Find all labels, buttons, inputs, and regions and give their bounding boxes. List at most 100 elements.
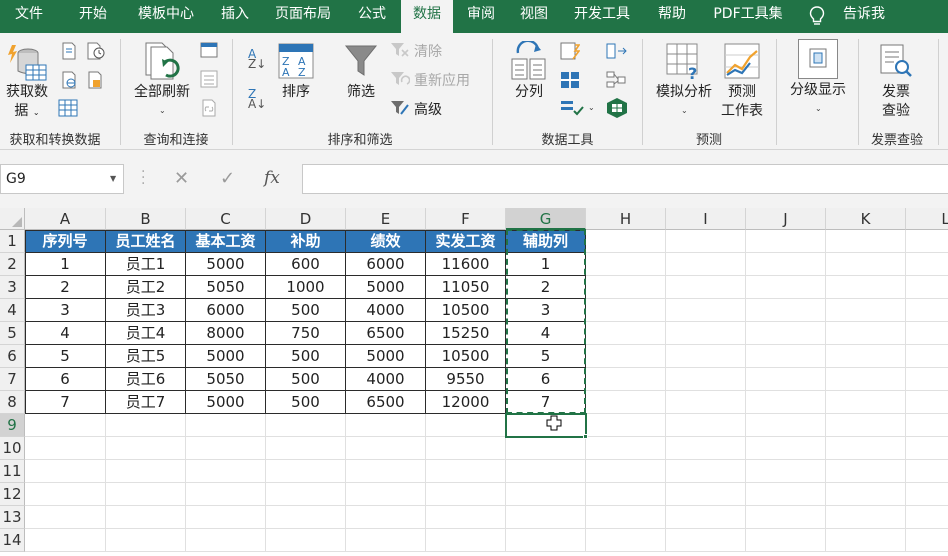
cell-j8[interactable] <box>746 391 826 414</box>
column-header-f[interactable]: F <box>426 208 506 230</box>
cell-j13[interactable] <box>746 506 826 529</box>
cell-a6[interactable]: 5 <box>25 345 106 368</box>
tab-pdf-tools[interactable]: PDF工具集 <box>704 0 792 33</box>
sort-az-icon[interactable]: A Z↓ <box>248 48 268 71</box>
cell-j9[interactable] <box>746 414 826 437</box>
cell-h9[interactable] <box>586 414 666 437</box>
cell-g10[interactable] <box>506 437 586 460</box>
formula-bar-grip-icon[interactable]: · · · <box>141 165 145 191</box>
cell-f14[interactable] <box>426 529 506 552</box>
cell-e10[interactable] <box>346 437 426 460</box>
cell-j11[interactable] <box>746 460 826 483</box>
cell-i5[interactable] <box>666 322 746 345</box>
cell-a10[interactable] <box>25 437 106 460</box>
row-header-2[interactable]: 2 <box>0 253 25 276</box>
cell-l6[interactable] <box>906 345 948 368</box>
tab-insert[interactable]: 插入 <box>210 0 260 33</box>
column-header-l[interactable]: L <box>906 208 948 230</box>
cell-d10[interactable] <box>266 437 346 460</box>
cell-l3[interactable] <box>906 276 948 299</box>
cell-j4[interactable] <box>746 299 826 322</box>
cell-k13[interactable] <box>826 506 906 529</box>
cell-k9[interactable] <box>826 414 906 437</box>
cell-c5[interactable]: 8000 <box>186 322 266 345</box>
cell-e12[interactable] <box>346 483 426 506</box>
cell-c14[interactable] <box>186 529 266 552</box>
cell-d14[interactable] <box>266 529 346 552</box>
select-all-button[interactable] <box>0 208 25 230</box>
cell-e6[interactable]: 5000 <box>346 345 426 368</box>
cell-j6[interactable] <box>746 345 826 368</box>
worksheet-grid[interactable]: A B C D E F G H I J K L 1 2 3 4 5 6 7 8 … <box>0 208 948 556</box>
cell-h11[interactable] <box>586 460 666 483</box>
cell-h7[interactable] <box>586 368 666 391</box>
cell-i2[interactable] <box>666 253 746 276</box>
cell-a13[interactable] <box>25 506 106 529</box>
name-box-dropdown-icon[interactable]: ▼ <box>110 174 116 183</box>
cell-b13[interactable] <box>106 506 186 529</box>
cell-g1[interactable]: 辅助列 <box>506 230 586 253</box>
cell-d2[interactable]: 600 <box>266 253 346 276</box>
cell-e4[interactable]: 4000 <box>346 299 426 322</box>
cell-k8[interactable] <box>826 391 906 414</box>
cell-g7[interactable]: 6 <box>506 368 586 391</box>
cell-b9[interactable] <box>106 414 186 437</box>
row-header-4[interactable]: 4 <box>0 299 25 322</box>
cell-g14[interactable] <box>506 529 586 552</box>
cell-i9[interactable] <box>666 414 746 437</box>
cell-f9[interactable] <box>426 414 506 437</box>
cell-a11[interactable] <box>25 460 106 483</box>
fill-handle[interactable] <box>583 434 588 439</box>
cell-e11[interactable] <box>346 460 426 483</box>
row-header-8[interactable]: 8 <box>0 391 25 414</box>
cell-c4[interactable]: 6000 <box>186 299 266 322</box>
function-icon[interactable]: fx <box>264 168 280 188</box>
cell-d12[interactable] <box>266 483 346 506</box>
column-header-a[interactable]: A <box>25 208 106 230</box>
tab-view[interactable]: 视图 <box>510 0 558 33</box>
cell-i14[interactable] <box>666 529 746 552</box>
cell-k2[interactable] <box>826 253 906 276</box>
cell-l9[interactable] <box>906 414 948 437</box>
cell-a1[interactable]: 序列号 <box>25 230 106 253</box>
from-text-icon[interactable] <box>60 42 78 60</box>
row-header-13[interactable]: 13 <box>0 506 25 529</box>
cell-i1[interactable] <box>666 230 746 253</box>
tab-help[interactable]: 帮助 <box>646 0 698 33</box>
cell-l8[interactable] <box>906 391 948 414</box>
row-header-7[interactable]: 7 <box>0 368 25 391</box>
cell-i12[interactable] <box>666 483 746 506</box>
cell-b11[interactable] <box>106 460 186 483</box>
cell-g2[interactable]: 1 <box>506 253 586 276</box>
cell-j7[interactable] <box>746 368 826 391</box>
relationships-icon[interactable] <box>560 99 584 117</box>
properties-icon[interactable] <box>200 70 218 88</box>
cell-f13[interactable] <box>426 506 506 529</box>
cell-i8[interactable] <box>666 391 746 414</box>
cell-f8[interactable]: 12000 <box>426 391 506 414</box>
cell-g8[interactable]: 7 <box>506 391 586 414</box>
cell-c7[interactable]: 5050 <box>186 368 266 391</box>
tab-formulas[interactable]: 公式 <box>346 0 398 33</box>
column-header-c[interactable]: C <box>186 208 266 230</box>
cell-e8[interactable]: 6500 <box>346 391 426 414</box>
cell-h10[interactable] <box>586 437 666 460</box>
cell-c12[interactable] <box>186 483 266 506</box>
cell-b7[interactable]: 员工6 <box>106 368 186 391</box>
cell-g12[interactable] <box>506 483 586 506</box>
enter-icon[interactable]: ✓ <box>220 168 235 189</box>
cell-h4[interactable] <box>586 299 666 322</box>
cell-a9[interactable] <box>25 414 106 437</box>
cell-l4[interactable] <box>906 299 948 322</box>
data-validation-icon[interactable] <box>560 71 580 89</box>
advanced-label[interactable]: 高级 <box>414 99 442 119</box>
cell-i11[interactable] <box>666 460 746 483</box>
name-box[interactable]: G9 <box>0 164 124 194</box>
cell-e1[interactable]: 绩效 <box>346 230 426 253</box>
cell-k11[interactable] <box>826 460 906 483</box>
advanced-filter-icon[interactable] <box>390 99 410 117</box>
cell-d3[interactable]: 1000 <box>266 276 346 299</box>
cell-c13[interactable] <box>186 506 266 529</box>
tab-developer[interactable]: 开发工具 <box>562 0 642 33</box>
cell-h3[interactable] <box>586 276 666 299</box>
